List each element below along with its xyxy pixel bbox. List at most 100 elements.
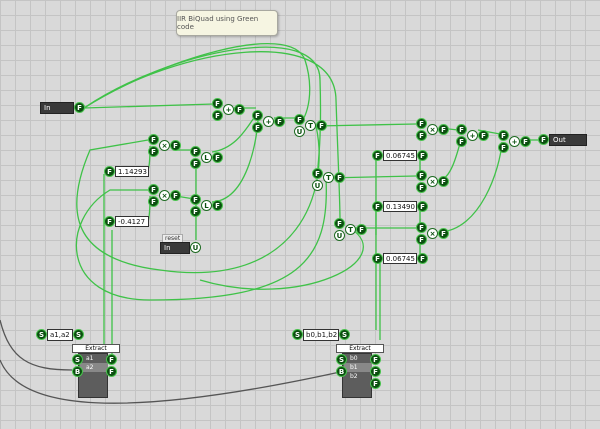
float-pin-icon[interactable]: F — [498, 142, 509, 153]
extract-row-a1: a1 — [86, 355, 94, 362]
output-label[interactable]: Out — [549, 134, 587, 146]
multiply-op-icon[interactable]: × — [427, 176, 438, 187]
reset-label[interactable]: In — [160, 242, 190, 254]
float-pin-icon[interactable]: F — [438, 176, 449, 187]
float-pin-icon[interactable]: F — [190, 206, 201, 217]
float-pin-icon[interactable]: F — [372, 201, 383, 212]
wire — [211, 115, 257, 153]
float-pin-icon[interactable]: F — [456, 124, 467, 135]
float-pin-icon[interactable]: F — [190, 146, 201, 157]
float-pin-icon[interactable]: F — [74, 102, 85, 113]
float-pin-icon[interactable]: F — [372, 150, 383, 161]
cast-op-icon[interactable]: U — [312, 180, 323, 191]
cast-op-icon[interactable]: U — [334, 230, 345, 241]
string-pin-icon[interactable]: S — [36, 329, 47, 340]
float-pin-icon[interactable]: F — [212, 152, 223, 163]
float-pin-icon[interactable]: F — [170, 190, 181, 201]
float-pin-icon[interactable]: F — [416, 118, 427, 129]
trigger-op-icon[interactable]: T — [305, 120, 316, 131]
extract-row-b1: b1 — [344, 363, 372, 372]
float-pin-icon[interactable]: F — [370, 378, 381, 389]
comment-box[interactable]: IIR BiQuad using Green code — [176, 10, 278, 36]
float-pin-icon[interactable]: F — [372, 253, 383, 264]
extract-row-b0: b0 — [350, 355, 358, 362]
coefficient-a1-field[interactable]: 1.14293 — [115, 166, 149, 177]
add-op-icon[interactable]: + — [467, 130, 478, 141]
add-op-icon[interactable]: + — [509, 136, 520, 147]
wire — [75, 177, 327, 301]
float-pin-icon[interactable]: F — [520, 136, 531, 147]
delay-op-icon[interactable]: L — [201, 200, 212, 211]
float-pin-icon[interactable]: F — [104, 216, 115, 227]
patch-canvas[interactable]: IIR BiQuad using Green code In F F F + F… — [0, 0, 600, 429]
float-pin-icon[interactable]: F — [538, 134, 549, 145]
float-pin-icon[interactable]: F — [252, 110, 263, 121]
float-pin-icon[interactable]: F — [356, 224, 367, 235]
float-pin-icon[interactable]: F — [148, 134, 159, 145]
multiply-op-icon[interactable]: × — [427, 228, 438, 239]
wire — [83, 46, 322, 169]
float-pin-icon[interactable]: F — [190, 194, 201, 205]
float-pin-icon[interactable]: F — [104, 166, 115, 177]
float-pin-icon[interactable]: F — [106, 366, 117, 377]
float-pin-icon[interactable]: F — [294, 114, 305, 125]
cast-op-icon[interactable]: U — [190, 242, 201, 253]
float-pin-icon[interactable]: F — [370, 366, 381, 377]
float-pin-icon[interactable]: F — [212, 98, 223, 109]
trigger-op-icon[interactable]: T — [323, 172, 334, 183]
coefficient-b1-field[interactable]: 0.13490 — [383, 201, 417, 212]
delay-op-icon[interactable]: L — [201, 152, 212, 163]
float-pin-icon[interactable]: F — [252, 122, 263, 133]
float-pin-icon[interactable]: F — [316, 120, 327, 131]
float-pin-icon[interactable]: F — [212, 200, 223, 211]
bang-pin-icon[interactable]: B — [72, 366, 83, 377]
string-pin-icon[interactable]: S — [292, 329, 303, 340]
wire — [439, 141, 503, 233]
float-pin-icon[interactable]: F — [212, 110, 223, 121]
add-op-icon[interactable]: + — [223, 104, 234, 115]
float-pin-icon[interactable]: F — [148, 196, 159, 207]
float-pin-icon[interactable]: F — [416, 182, 427, 193]
float-pin-icon[interactable]: F — [274, 116, 285, 127]
string-pin-icon[interactable]: S — [73, 329, 84, 340]
float-pin-icon[interactable]: F — [170, 140, 181, 151]
float-pin-icon[interactable]: F — [456, 136, 467, 147]
float-pin-icon[interactable]: F — [234, 104, 245, 115]
float-pin-icon[interactable]: F — [416, 170, 427, 181]
multiply-op-icon[interactable]: × — [159, 190, 170, 201]
float-pin-icon[interactable]: F — [417, 150, 428, 161]
multiply-op-icon[interactable]: × — [159, 140, 170, 151]
trigger-op-icon[interactable]: T — [345, 224, 356, 235]
float-pin-icon[interactable]: F — [334, 172, 345, 183]
float-pin-icon[interactable]: F — [416, 222, 427, 233]
multiply-op-icon[interactable]: × — [427, 124, 438, 135]
float-pin-icon[interactable]: F — [106, 354, 117, 365]
input-label[interactable]: In — [40, 102, 74, 114]
float-pin-icon[interactable]: F — [148, 184, 159, 195]
float-pin-icon[interactable]: F — [370, 354, 381, 365]
add-op-icon[interactable]: + — [263, 116, 274, 127]
float-pin-icon[interactable]: F — [438, 228, 449, 239]
float-pin-icon[interactable]: F — [478, 130, 489, 141]
float-pin-icon[interactable]: F — [148, 146, 159, 157]
string-pin-icon[interactable]: S — [339, 329, 350, 340]
list-a-field[interactable]: a1,a2 — [47, 329, 73, 341]
float-pin-icon[interactable]: F — [498, 130, 509, 141]
float-pin-icon[interactable]: F — [334, 218, 345, 229]
string-pin-icon[interactable]: S — [336, 354, 347, 365]
string-pin-icon[interactable]: S — [72, 354, 83, 365]
float-pin-icon[interactable]: F — [312, 168, 323, 179]
extract-title: Extract — [336, 344, 384, 353]
bang-pin-icon[interactable]: B — [336, 366, 347, 377]
float-pin-icon[interactable]: F — [416, 130, 427, 141]
cast-op-icon[interactable]: U — [294, 126, 305, 137]
coefficient-b0-field[interactable]: 0.06745 — [383, 150, 417, 161]
float-pin-icon[interactable]: F — [438, 124, 449, 135]
float-pin-icon[interactable]: F — [417, 201, 428, 212]
float-pin-icon[interactable]: F — [190, 158, 201, 169]
list-b-field[interactable]: b0,b1,b2 — [303, 329, 339, 341]
float-pin-icon[interactable]: F — [417, 253, 428, 264]
coefficient-b2-field[interactable]: 0.06745 — [383, 253, 417, 264]
coefficient-a2-field[interactable]: -0.4127 — [115, 216, 149, 227]
float-pin-icon[interactable]: F — [416, 234, 427, 245]
